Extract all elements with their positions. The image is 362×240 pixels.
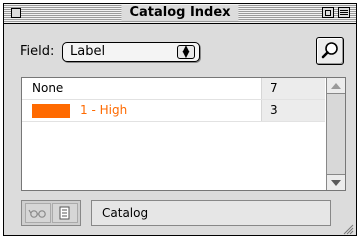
field-select[interactable]: Label ▲ ▼	[62, 42, 200, 62]
count-cell: 7	[261, 78, 325, 99]
list-item[interactable]: None 7	[22, 78, 325, 100]
count-cell: 3	[261, 100, 325, 121]
scroll-down-button[interactable]	[327, 174, 345, 190]
path-field: Catalog	[91, 200, 331, 226]
label-color-swatch	[32, 104, 70, 118]
list-item-label: 1 - High	[80, 103, 128, 117]
updown-arrows-icon: ▲ ▼	[177, 45, 195, 60]
view-controls	[21, 200, 81, 226]
glasses-icon	[28, 209, 46, 218]
vertical-scrollbar[interactable]	[326, 78, 345, 190]
path-text: Catalog	[102, 206, 149, 220]
zoom-box-icon[interactable]	[322, 7, 334, 18]
list-item[interactable]: 1 - High 3	[22, 100, 325, 122]
resize-grip-icon[interactable]	[341, 220, 354, 235]
hand-button[interactable]	[52, 203, 78, 223]
list-item-count: 3	[270, 103, 278, 117]
scroll-up-button[interactable]	[327, 78, 345, 94]
glasses-button[interactable]	[25, 203, 51, 223]
list-item-count: 7	[270, 81, 278, 95]
hand-icon	[59, 206, 70, 220]
close-box-icon[interactable]	[11, 8, 21, 18]
collapse-box-icon[interactable]	[338, 7, 350, 18]
catalog-index-window: Catalog Index Field: Label ▲ ▼ None 7 1 -…	[3, 3, 357, 236]
scroll-down-arrow-icon	[331, 180, 341, 186]
label-list[interactable]: None 7 1 - High 3	[21, 77, 346, 191]
magnifier-icon	[321, 42, 338, 59]
search-button[interactable]	[316, 37, 344, 65]
title-bar[interactable]: Catalog Index	[4, 4, 356, 24]
field-label: Field:	[20, 44, 55, 59]
list-item-label: None	[32, 81, 64, 95]
field-select-value: Label	[70, 44, 106, 59]
scroll-up-arrow-icon	[331, 83, 341, 89]
window-title: Catalog Index	[121, 5, 239, 21]
